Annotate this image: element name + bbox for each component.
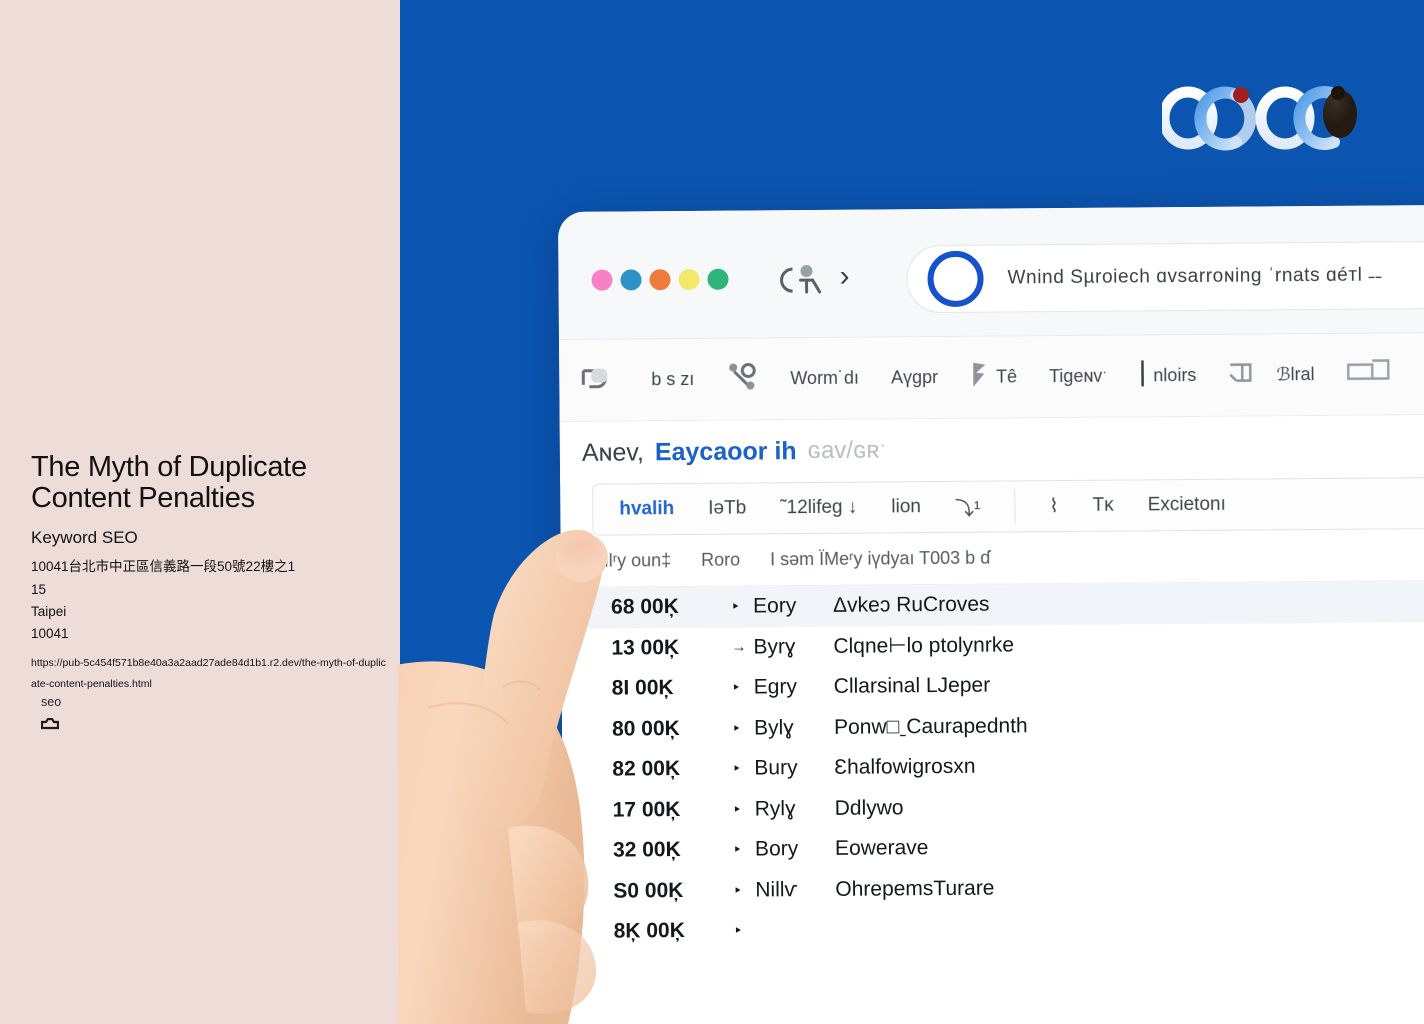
dot-green[interactable]: [707, 268, 729, 290]
flag-icon: [970, 361, 988, 394]
filter-query[interactable]: hvalih: [619, 498, 674, 520]
address-bar[interactable]: Wnind Sµroiech ɑvsarroɴing ˈrnats ɑéтl ˗…: [906, 240, 1424, 314]
row-trend-icon: →: [731, 638, 747, 656]
filter-bar[interactable]: hvalih IǝTb ˜12lifeg ↓ lion ⤵¹ ⌇ Tĸ Excietonı: [592, 477, 1424, 536]
tools-icon: [579, 363, 619, 398]
row-tag: Bylɣ: [753, 715, 794, 740]
page-heading: Aɴev, Eaycaoor ih ɢav/ɢʀˑ: [559, 414, 1424, 484]
row-trend-icon: ‣: [731, 679, 741, 697]
toolbar-item-2[interactable]: [726, 361, 758, 396]
page-heading-highlight: Eaycaoor ih: [654, 436, 797, 466]
window-icon: [1346, 357, 1390, 390]
back-arrow-icon[interactable]: [778, 263, 824, 302]
toolbar-item-label: Worm˙dı: [790, 367, 860, 389]
brand-logo: [1158, 82, 1358, 152]
row-trend-icon: ‣: [731, 598, 741, 616]
dot-pink[interactable]: [591, 269, 613, 291]
row-trend-icon: ‣: [732, 841, 742, 859]
row-trend-icon: ‣: [732, 760, 742, 778]
row-trend-icon: ‣: [733, 882, 743, 900]
filter-bar-end[interactable]: ⌇: [1049, 495, 1058, 518]
filter-region[interactable]: lion: [891, 496, 921, 518]
row-tag: Nillѵ: [755, 877, 798, 902]
article-number: 15: [31, 582, 47, 597]
page-heading-suffix: ɢav/ɢʀˑ: [807, 436, 887, 465]
toolbar-item-3[interactable]: Worm˙dı: [790, 368, 859, 390]
filter-cart[interactable]: ⤵¹: [955, 493, 981, 520]
browser-chrome: › Wnind Sµroiech ɑvsarroɴing ˈrnats ɑéтl…: [558, 204, 1424, 340]
row-name: Ddlywo: [834, 796, 904, 820]
toolbar-item-label: b s zı: [651, 368, 695, 390]
toolbar-item-label: Tê: [995, 366, 1018, 387]
address-bar-text: Wnind Sµroiech ɑvsarroɴing ˈrnats ɑéтl ˗…: [1007, 264, 1383, 289]
dot-yellow[interactable]: [678, 268, 700, 291]
toolbar-item-8[interactable]: ℬlral: [1228, 358, 1315, 392]
browser-toolbar[interactable]: b s zı Worm˙dı Aүgpr Tê Tigeɴvˑ nloirs ℬlral: [559, 332, 1424, 422]
row-tag: Eory: [753, 594, 797, 618]
row-tag: Egry: [753, 675, 798, 699]
table-icon: [1228, 358, 1268, 391]
toolbar-item-5[interactable]: Tê: [970, 360, 1017, 393]
toolbar-item-label: Aүgpr: [890, 367, 939, 388]
row-trend-icon: ‣: [731, 720, 741, 738]
toolbar-item-4[interactable]: Aүgpr: [891, 367, 938, 388]
article-subtitle: Keyword SEO: [31, 528, 138, 547]
toolbar-item-label: nloirs: [1153, 364, 1197, 386]
page-heading-prefix: Aɴev,: [581, 437, 644, 467]
row-name: Eowerave: [834, 836, 929, 861]
toolbar-item-0[interactable]: [579, 363, 619, 398]
dot-orange[interactable]: [649, 269, 671, 291]
article-panel: The Myth of Duplicate Content Penalties …: [0, 0, 400, 1024]
article-city: Taipei: [31, 604, 67, 619]
row-tag: Bory: [754, 837, 799, 861]
dot-blue[interactable]: [620, 269, 642, 291]
filter-lang[interactable]: IǝTb: [708, 498, 746, 520]
row-name: Clqne⊢lo ptolynrke: [833, 633, 1015, 659]
toolbar-item-7[interactable]: nloirs: [1139, 359, 1196, 392]
article-tag[interactable]: seo: [41, 695, 61, 709]
filter-dropdown[interactable]: ˜12lifeg ↓: [780, 497, 857, 520]
window-controls[interactable]: [591, 268, 729, 291]
article-url[interactable]: https://pub-5c454f571b8e40a3a2aad27ade84…: [31, 653, 389, 695]
row-name: Ɛhalfowigrosxn: [834, 754, 976, 780]
filter-export[interactable]: Excietonı: [1148, 494, 1226, 517]
toolbar-item-label: ℬlral: [1276, 364, 1315, 385]
pointing-hand: [358, 528, 698, 1024]
article-tag-block: seo: [40, 695, 61, 736]
scissors-icon: [726, 361, 758, 396]
row-tag: [756, 930, 836, 931]
profile-ring-icon: [927, 250, 984, 308]
page-title: The Myth of Duplicate Content Penalties: [31, 451, 307, 514]
row-tag: Rylɣ: [754, 796, 796, 821]
article-address: 10041台北市中正區信義路一段50號22樓之1: [31, 559, 296, 574]
toolbar-item-label: Tigeɴvˑ: [1048, 365, 1108, 387]
row-trend-icon: ‣: [733, 922, 743, 940]
article-postal-code: 10041: [31, 626, 69, 641]
toolbar-item-1[interactable]: b s zı: [651, 369, 694, 390]
filter-divider: [1014, 489, 1016, 524]
row-name: Ponw□ˍCaurapednth: [833, 714, 1028, 739]
row-tag: Byrɣ: [753, 634, 796, 659]
column-header-2[interactable]: I sǝm ÏMeʳy iүdyaı T003 b ɗ: [770, 548, 990, 571]
filter-tk[interactable]: Tĸ: [1092, 495, 1113, 517]
row-name: Cllarsinal LJeper: [833, 673, 991, 699]
forward-chevron-icon[interactable]: ›: [839, 260, 849, 294]
bar-icon: [1139, 359, 1145, 392]
rect-glyph-icon: [40, 717, 61, 736]
row-name: Δvkeɔ RuCroves: [833, 592, 990, 618]
toolbar-item-6[interactable]: Tigeɴvˑ: [1049, 366, 1107, 387]
row-tag: Bury: [754, 756, 798, 780]
column-header-1[interactable]: Roro: [701, 550, 740, 571]
row-name: OhrepemsTurare: [835, 876, 995, 901]
toolbar-item-9[interactable]: [1346, 357, 1390, 390]
article-block: The Myth of Duplicate Content Penalties …: [31, 452, 391, 695]
row-trend-icon: ‣: [732, 801, 742, 819]
